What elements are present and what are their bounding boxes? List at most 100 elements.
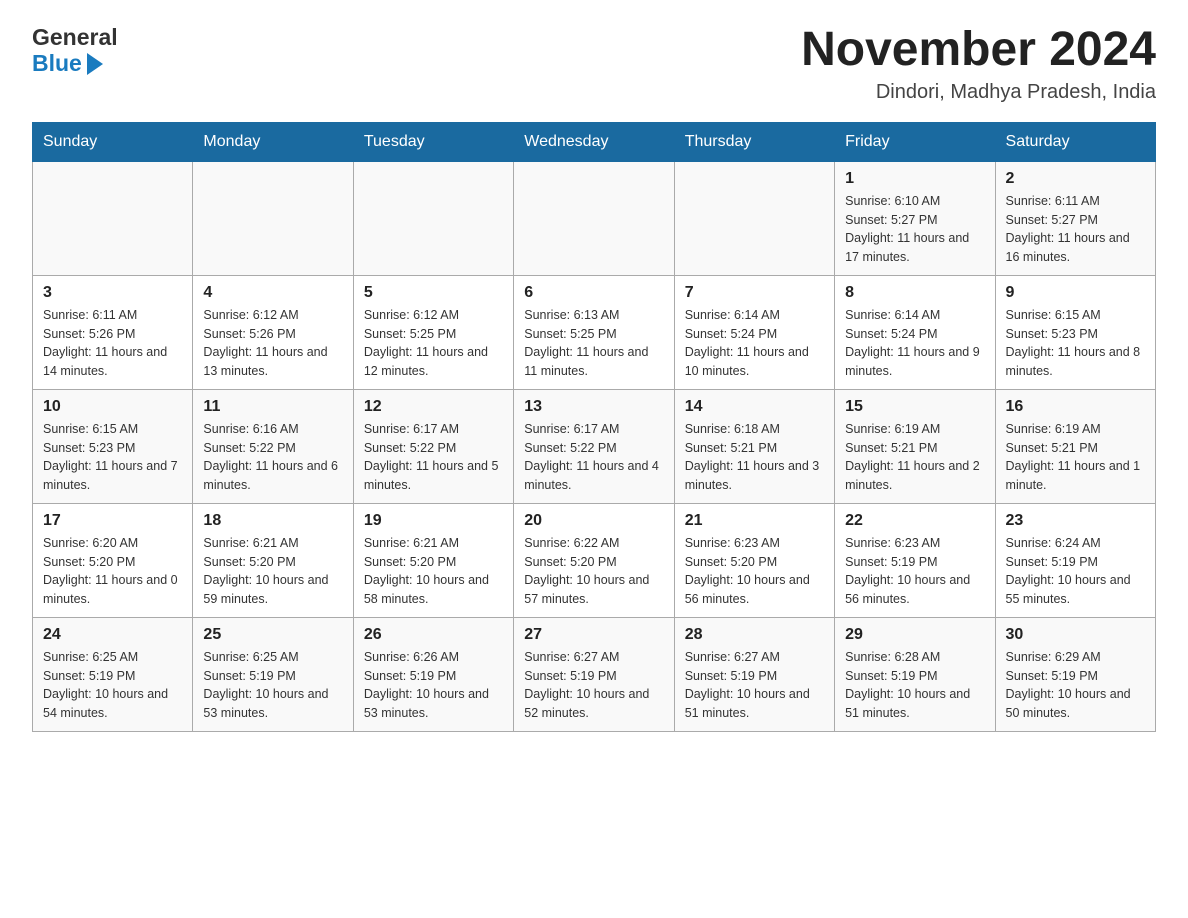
day-info: Sunrise: 6:17 AMSunset: 5:22 PMDaylight:… xyxy=(524,420,663,495)
calendar-cell: 18 Sunrise: 6:21 AMSunset: 5:20 PMDayligh… xyxy=(193,503,353,617)
calendar-cell: 20 Sunrise: 6:22 AMSunset: 5:20 PMDayligh… xyxy=(514,503,674,617)
page-header: General Blue November 2024 Dindori, Madh… xyxy=(32,24,1156,104)
day-number: 24 xyxy=(43,626,182,644)
day-number: 20 xyxy=(524,512,663,530)
day-number: 6 xyxy=(524,284,663,302)
day-info: Sunrise: 6:13 AMSunset: 5:25 PMDaylight:… xyxy=(524,306,663,381)
day-number: 1 xyxy=(845,170,984,188)
day-number: 8 xyxy=(845,284,984,302)
day-info: Sunrise: 6:24 AMSunset: 5:19 PMDaylight:… xyxy=(1006,534,1145,609)
day-info: Sunrise: 6:29 AMSunset: 5:19 PMDaylight:… xyxy=(1006,648,1145,723)
calendar-cell: 4 Sunrise: 6:12 AMSunset: 5:26 PMDaylight… xyxy=(193,275,353,389)
day-number: 18 xyxy=(203,512,342,530)
weekday-header-tuesday: Tuesday xyxy=(353,122,513,161)
month-title: November 2024 xyxy=(801,24,1156,77)
calendar-cell xyxy=(514,161,674,275)
weekday-header-row: SundayMondayTuesdayWednesdayThursdayFrid… xyxy=(33,122,1156,161)
day-info: Sunrise: 6:11 AMSunset: 5:27 PMDaylight:… xyxy=(1006,192,1145,267)
day-info: Sunrise: 6:11 AMSunset: 5:26 PMDaylight:… xyxy=(43,306,182,381)
calendar-cell: 12Sunrise: 6:17 AMSunset: 5:22 PMDayligh… xyxy=(353,389,513,503)
day-number: 9 xyxy=(1006,284,1145,302)
day-number: 2 xyxy=(1006,170,1145,188)
day-info: Sunrise: 6:12 AMSunset: 5:25 PMDaylight:… xyxy=(364,306,503,381)
day-number: 10 xyxy=(43,398,182,416)
day-info: Sunrise: 6:19 AMSunset: 5:21 PMDaylight:… xyxy=(1006,420,1145,495)
calendar-cell: 1 Sunrise: 6:10 AMSunset: 5:27 PMDaylight… xyxy=(835,161,995,275)
calendar-cell: 26Sunrise: 6:26 AMSunset: 5:19 PMDayligh… xyxy=(353,617,513,731)
calendar-cell: 19 Sunrise: 6:21 AMSunset: 5:20 PMDayligh… xyxy=(353,503,513,617)
day-number: 4 xyxy=(203,284,342,302)
weekday-header-friday: Friday xyxy=(835,122,995,161)
week-row-2: 3 Sunrise: 6:11 AMSunset: 5:26 PMDaylight… xyxy=(33,275,1156,389)
day-number: 7 xyxy=(685,284,824,302)
day-number: 19 xyxy=(364,512,503,530)
calendar-cell: 23 Sunrise: 6:24 AMSunset: 5:19 PMDayligh… xyxy=(995,503,1155,617)
calendar-cell xyxy=(33,161,193,275)
logo-arrow-icon xyxy=(87,53,103,75)
calendar-cell: 6 Sunrise: 6:13 AMSunset: 5:25 PMDaylight… xyxy=(514,275,674,389)
day-info: Sunrise: 6:22 AMSunset: 5:20 PMDaylight:… xyxy=(524,534,663,609)
calendar-cell: 8 Sunrise: 6:14 AMSunset: 5:24 PMDaylight… xyxy=(835,275,995,389)
day-number: 15 xyxy=(845,398,984,416)
day-info: Sunrise: 6:23 AMSunset: 5:19 PMDaylight:… xyxy=(845,534,984,609)
calendar-cell: 5 Sunrise: 6:12 AMSunset: 5:25 PMDaylight… xyxy=(353,275,513,389)
logo-general: General xyxy=(32,24,118,50)
day-number: 3 xyxy=(43,284,182,302)
calendar-cell: 30 Sunrise: 6:29 AMSunset: 5:19 PMDayligh… xyxy=(995,617,1155,731)
day-info: Sunrise: 6:27 AMSunset: 5:19 PMDaylight:… xyxy=(524,648,663,723)
calendar-cell: 17Sunrise: 6:20 AMSunset: 5:20 PMDayligh… xyxy=(33,503,193,617)
calendar-cell: 13 Sunrise: 6:17 AMSunset: 5:22 PMDayligh… xyxy=(514,389,674,503)
day-info: Sunrise: 6:20 AMSunset: 5:20 PMDaylight:… xyxy=(43,534,182,609)
calendar-cell: 24Sunrise: 6:25 AMSunset: 5:19 PMDayligh… xyxy=(33,617,193,731)
calendar-cell xyxy=(193,161,353,275)
day-info: Sunrise: 6:15 AMSunset: 5:23 PMDaylight:… xyxy=(43,420,182,495)
location-subtitle: Dindori, Madhya Pradesh, India xyxy=(801,81,1156,104)
day-number: 22 xyxy=(845,512,984,530)
day-number: 28 xyxy=(685,626,824,644)
calendar-cell: 10 Sunrise: 6:15 AMSunset: 5:23 PMDayligh… xyxy=(33,389,193,503)
day-info: Sunrise: 6:10 AMSunset: 5:27 PMDaylight:… xyxy=(845,192,984,267)
title-block: November 2024 Dindori, Madhya Pradesh, I… xyxy=(801,24,1156,104)
calendar-table: SundayMondayTuesdayWednesdayThursdayFrid… xyxy=(32,122,1156,732)
day-info: Sunrise: 6:26 AMSunset: 5:19 PMDaylight:… xyxy=(364,648,503,723)
logo: General Blue xyxy=(32,24,118,77)
day-info: Sunrise: 6:27 AMSunset: 5:19 PMDaylight:… xyxy=(685,648,824,723)
day-number: 13 xyxy=(524,398,663,416)
day-number: 21 xyxy=(685,512,824,530)
day-number: 23 xyxy=(1006,512,1145,530)
day-info: Sunrise: 6:14 AMSunset: 5:24 PMDaylight:… xyxy=(845,306,984,381)
logo-blue: Blue xyxy=(32,50,118,76)
day-info: Sunrise: 6:21 AMSunset: 5:20 PMDaylight:… xyxy=(203,534,342,609)
calendar-cell: 15 Sunrise: 6:19 AMSunset: 5:21 PMDayligh… xyxy=(835,389,995,503)
calendar-cell: 22 Sunrise: 6:23 AMSunset: 5:19 PMDayligh… xyxy=(835,503,995,617)
calendar-cell: 7Sunrise: 6:14 AMSunset: 5:24 PMDaylight… xyxy=(674,275,834,389)
weekday-header-sunday: Sunday xyxy=(33,122,193,161)
day-number: 11 xyxy=(203,398,342,416)
calendar-cell xyxy=(353,161,513,275)
day-number: 14 xyxy=(685,398,824,416)
calendar-cell: 25Sunrise: 6:25 AMSunset: 5:19 PMDayligh… xyxy=(193,617,353,731)
day-number: 29 xyxy=(845,626,984,644)
day-info: Sunrise: 6:16 AMSunset: 5:22 PMDaylight:… xyxy=(203,420,342,495)
day-info: Sunrise: 6:17 AMSunset: 5:22 PMDaylight:… xyxy=(364,420,503,495)
weekday-header-saturday: Saturday xyxy=(995,122,1155,161)
weekday-header-wednesday: Wednesday xyxy=(514,122,674,161)
calendar-cell: 29Sunrise: 6:28 AMSunset: 5:19 PMDayligh… xyxy=(835,617,995,731)
calendar-cell: 28 Sunrise: 6:27 AMSunset: 5:19 PMDayligh… xyxy=(674,617,834,731)
calendar-cell: 16 Sunrise: 6:19 AMSunset: 5:21 PMDayligh… xyxy=(995,389,1155,503)
day-number: 5 xyxy=(364,284,503,302)
calendar-cell: 11 Sunrise: 6:16 AMSunset: 5:22 PMDayligh… xyxy=(193,389,353,503)
day-info: Sunrise: 6:19 AMSunset: 5:21 PMDaylight:… xyxy=(845,420,984,495)
calendar-cell xyxy=(674,161,834,275)
day-info: Sunrise: 6:15 AMSunset: 5:23 PMDaylight:… xyxy=(1006,306,1145,381)
day-number: 16 xyxy=(1006,398,1145,416)
calendar-cell: 14Sunrise: 6:18 AMSunset: 5:21 PMDayligh… xyxy=(674,389,834,503)
day-number: 30 xyxy=(1006,626,1145,644)
weekday-header-monday: Monday xyxy=(193,122,353,161)
calendar-cell: 9 Sunrise: 6:15 AMSunset: 5:23 PMDaylight… xyxy=(995,275,1155,389)
calendar-cell: 3 Sunrise: 6:11 AMSunset: 5:26 PMDaylight… xyxy=(33,275,193,389)
day-info: Sunrise: 6:21 AMSunset: 5:20 PMDaylight:… xyxy=(364,534,503,609)
day-info: Sunrise: 6:12 AMSunset: 5:26 PMDaylight:… xyxy=(203,306,342,381)
calendar-cell: 2 Sunrise: 6:11 AMSunset: 5:27 PMDaylight… xyxy=(995,161,1155,275)
day-info: Sunrise: 6:23 AMSunset: 5:20 PMDaylight:… xyxy=(685,534,824,609)
